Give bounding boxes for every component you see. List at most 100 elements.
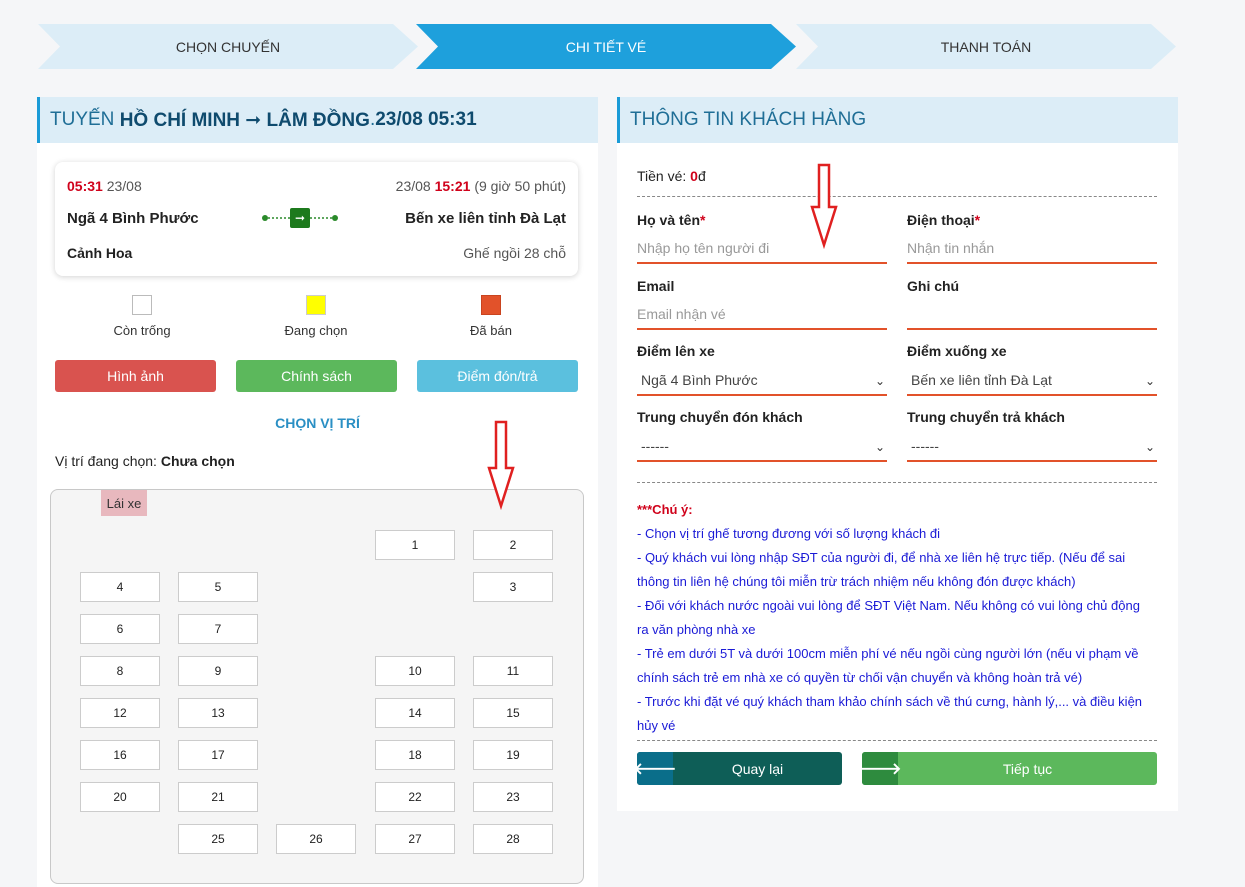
legend-sold: Đã bán [441,295,541,338]
seat-type: Ghế ngồi 28 chỗ [463,245,566,261]
legend-label: Đang chọn [284,323,348,338]
seat[interactable]: 6 [80,614,160,644]
step-label: CHI TIẾT VÉ [565,38,647,55]
back-button[interactable]: 🡐 Quay lại [637,752,842,785]
seat[interactable]: 1 [375,530,455,560]
name-label-text: Họ và tên [637,212,701,228]
transfer-pick-label: Trung chuyển đón khách [637,409,803,425]
policy-button[interactable]: Chính sách [236,360,397,392]
driver-seat: Lái xe [101,490,147,516]
seat[interactable]: 16 [80,740,160,770]
email-input[interactable] [637,300,887,330]
red-arrow-annotation [487,420,515,510]
phone-input[interactable] [907,234,1157,264]
alight-select[interactable]: Bến xe liên tỉnh Đà Lạt ⌄ [907,366,1157,396]
arrow-left-icon: 🡐 [637,752,676,785]
note-item: - Quý khách vui lòng nhập SĐT của người … [637,550,1126,589]
route-datetime: 23/08 05:31 [375,109,477,130]
destination: Bến xe liên tỉnh Đà Lạt [405,210,566,227]
chevron-down-icon: ⌄ [874,440,885,454]
seat[interactable]: 5 [178,572,258,602]
divider [637,482,1157,483]
seat[interactable]: 7 [178,614,258,644]
arrow-right-icon: 🡒 [862,752,901,785]
price-unit: đ [697,168,706,184]
seat[interactable]: 10 [375,656,455,686]
seat[interactable]: 28 [473,824,553,854]
seat[interactable]: 2 [473,530,553,560]
seat[interactable]: 9 [178,656,258,686]
step-choose-trip[interactable]: CHỌN CHUYẾN [38,24,418,69]
chevron-down-icon: ⌄ [874,374,885,388]
seat[interactable]: 13 [178,698,258,728]
note-label: Ghi chú [907,278,960,294]
legend-label: Còn trống [113,323,171,338]
transfer-pick-value: ------ [641,438,669,454]
alight-label: Điểm xuống xe [907,343,1007,359]
price: Tiền vé: 0đ [637,168,706,184]
note-item: - Đối với khách nước ngoài vui lòng để S… [637,598,1140,637]
board-select[interactable]: Ngã 4 Bình Phước ⌄ [637,366,887,396]
seat[interactable]: 12 [80,698,160,728]
seat[interactable]: 4 [80,572,160,602]
legend-swatch [306,295,326,315]
transfer-pick-select[interactable]: ------ ⌄ [637,432,887,462]
seat[interactable]: 3 [473,572,553,602]
alight-value: Bến xe liên tỉnh Đà Lạt [911,372,1052,388]
transfer-drop-select[interactable]: ------ ⌄ [907,432,1157,462]
step-payment[interactable]: THANH TOÁN [796,24,1176,69]
transfer-drop-value: ------ [911,438,939,454]
seat[interactable]: 15 [473,698,553,728]
duration: (9 giờ 50 phút) [474,178,566,194]
note-input[interactable] [907,300,1157,330]
step-label: THANH TOÁN [940,38,1032,55]
depart-time: 05:31 [67,178,103,194]
seat[interactable]: 27 [375,824,455,854]
note-item: - Trước khi đặt vé quý khách tham khảo c… [637,694,1143,733]
name-input[interactable] [637,234,887,264]
route-heading: TUYẾN HỒ CHÍ MINH ➞ LÂM ĐỒNG. 23/08 05:3… [37,97,598,143]
notes-title: ***Chú ý: [637,502,693,517]
trip-card: 05:31 23/08 23/08 15:21 (9 giờ 50 phút) … [55,162,578,276]
seat[interactable]: 17 [178,740,258,770]
arrive-time: 15:21 [434,178,471,194]
step-ticket-detail[interactable]: CHI TIẾT VÉ [416,24,796,69]
route-icon: ➞ [262,208,338,228]
customer-panel: THÔNG TIN KHÁCH HÀNG Tiền vé: 0đ Họ và t… [617,97,1178,811]
phone-label-text: Điện thoại [907,212,975,228]
continue-label: Tiếp tục [1002,760,1053,777]
seat[interactable]: 21 [178,782,258,812]
seat[interactable]: 20 [80,782,160,812]
customer-title: THÔNG TIN KHÁCH HÀNG [630,109,867,130]
divider [637,196,1157,197]
name-label: Họ và tên* [637,212,705,228]
seat[interactable]: 25 [178,824,258,854]
seat[interactable]: 19 [473,740,553,770]
images-button[interactable]: Hình ảnh [55,360,216,392]
seat[interactable]: 8 [80,656,160,686]
continue-button[interactable]: 🡒 Tiếp tục [862,752,1157,785]
back-label: Quay lại [731,760,784,777]
note-item: - Chọn vị trí ghế tương đương với số lượ… [637,526,941,541]
step-label: CHỌN CHUYẾN [175,38,281,55]
progress-steps: CHỌN CHUYẾN CHI TIẾT VÉ THANH TOÁN [38,24,1178,69]
origin: Ngã 4 Bình Phước [67,210,199,227]
legend-swatch [481,295,501,315]
seat-map: Lái xe 1 2 3 4 5 6 7 8 9 10 11 12 13 14 … [50,489,584,884]
arrive-date: 23/08 [395,178,431,194]
email-label: Email [637,278,675,294]
seat[interactable]: 11 [473,656,553,686]
chevron-down-icon: ⌄ [1144,374,1155,388]
seat[interactable]: 26 [276,824,356,854]
board-label: Điểm lên xe [637,343,715,359]
seat[interactable]: 18 [375,740,455,770]
seat[interactable]: 22 [375,782,455,812]
red-arrow-annotation [810,163,838,249]
seat[interactable]: 23 [473,782,553,812]
customer-heading: THÔNG TIN KHÁCH HÀNG [617,97,1178,143]
seat[interactable]: 14 [375,698,455,728]
current-seat: Vị trí đang chọn: Chưa chọn [55,453,235,469]
route-prefix: TUYẾN [50,109,115,130]
pickup-points-button[interactable]: Điểm đón/trả [417,360,578,392]
note-item: - Trẻ em dưới 5T và dưới 100cm miễn phí … [637,646,1139,685]
